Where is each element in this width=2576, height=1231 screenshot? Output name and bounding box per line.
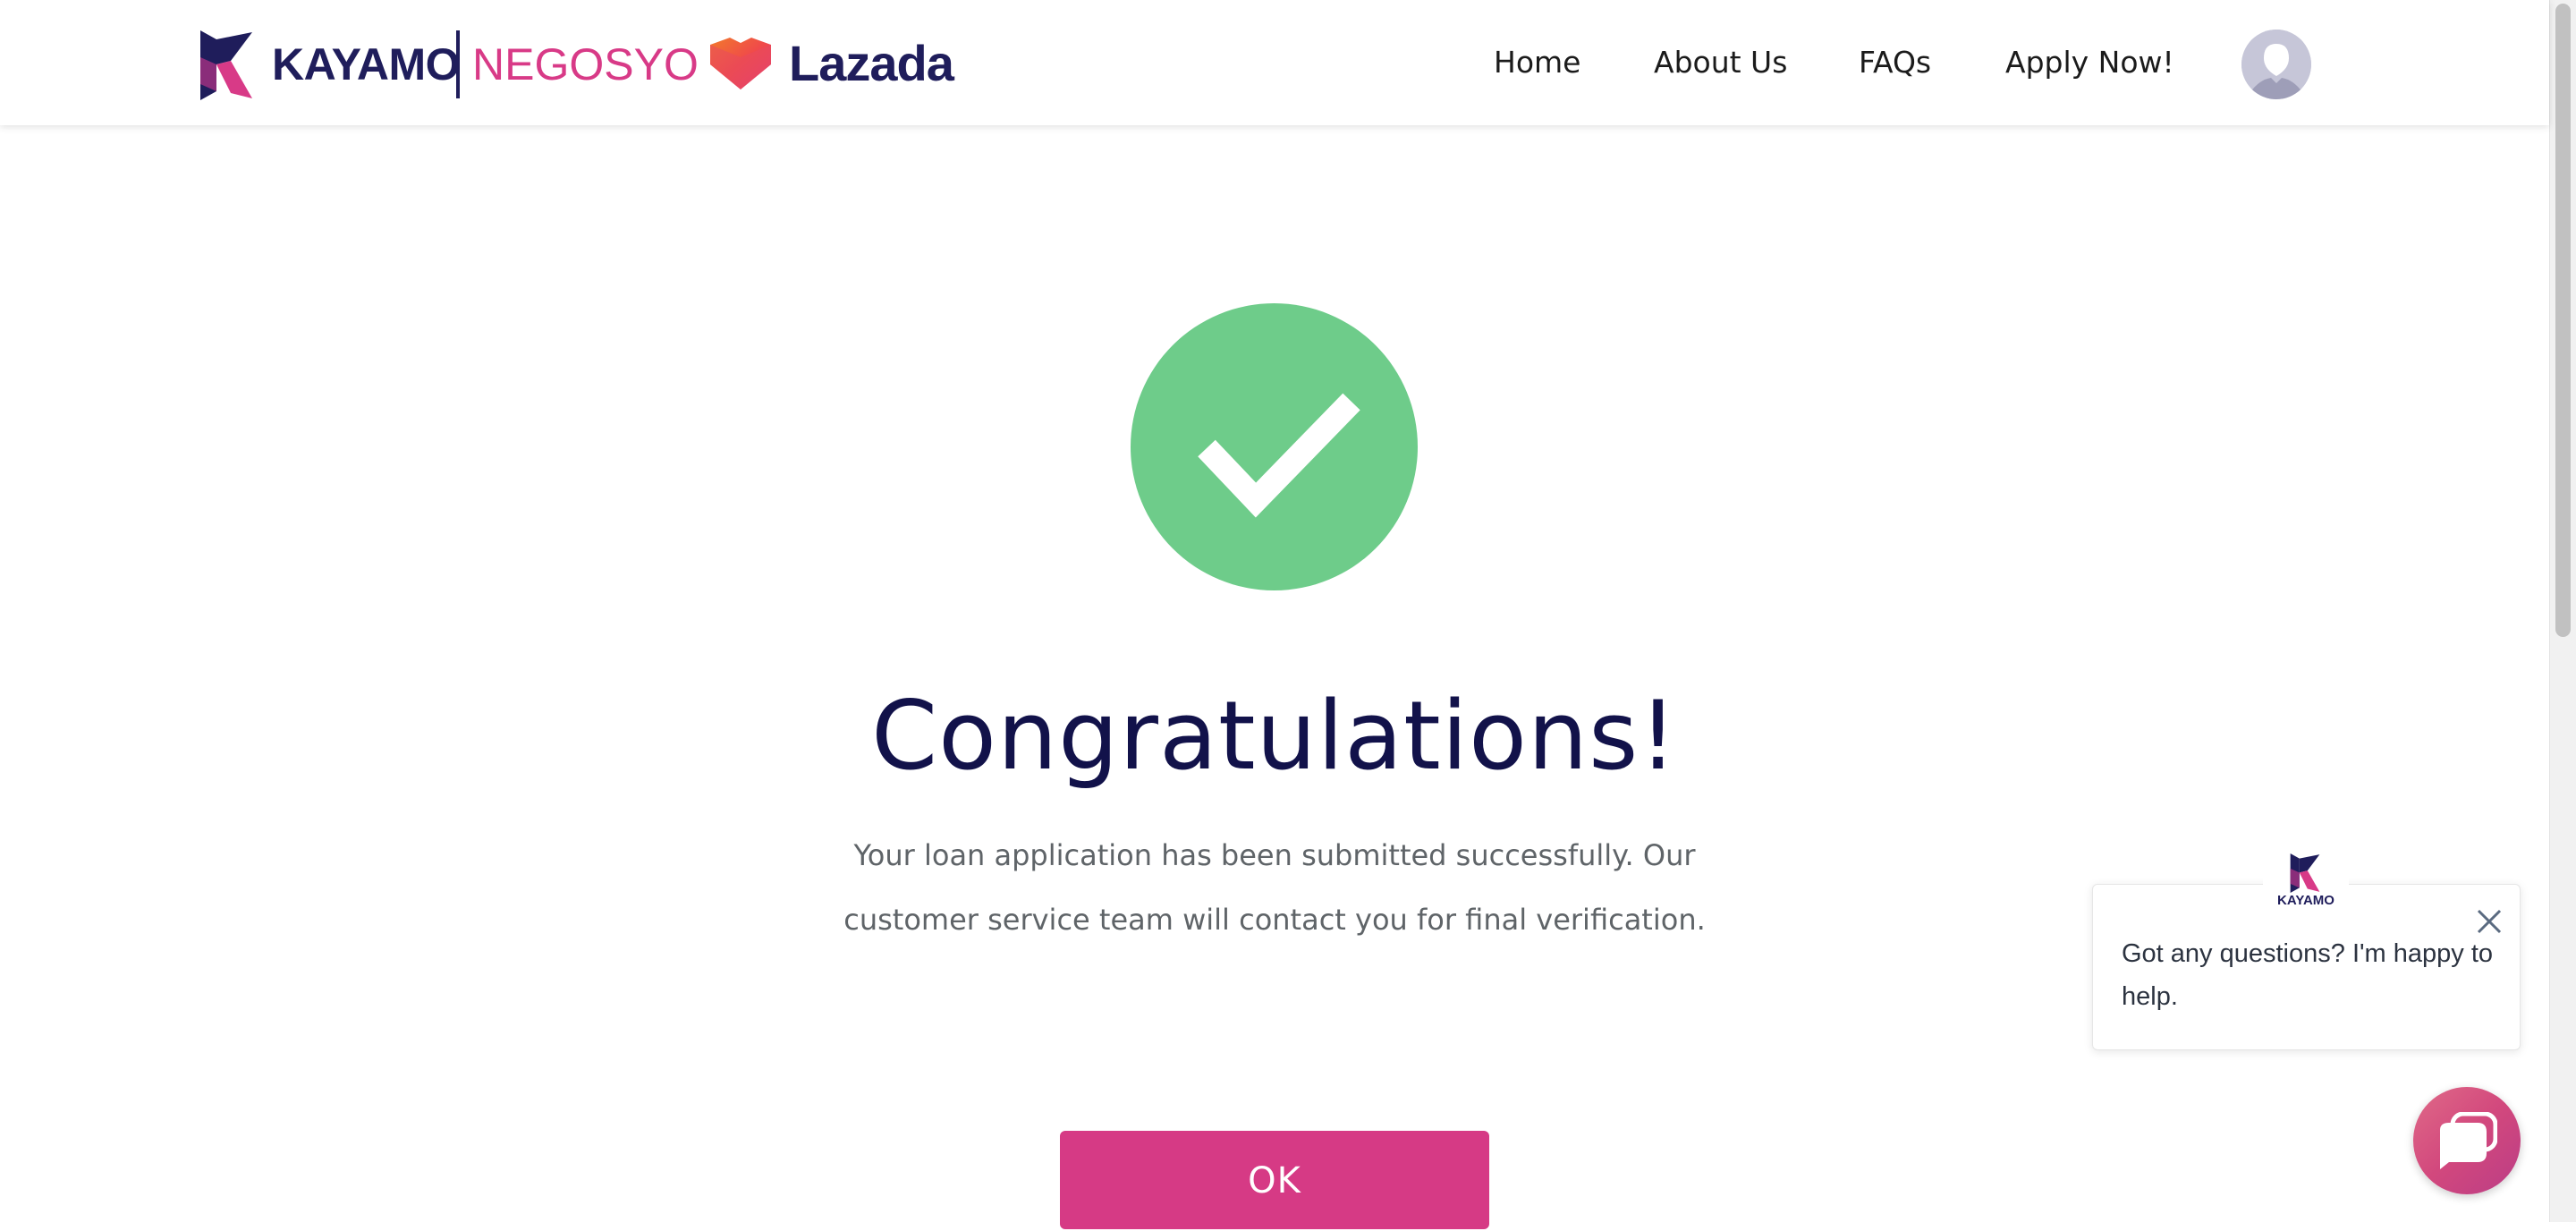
chat-logo: KAYAMO [2263,843,2349,914]
brand-lazada[interactable]: Lazada [789,34,954,93]
confirmation-message-line: Your loan application has been submitted… [853,838,1696,872]
kayamo-logo-icon [2290,853,2320,893]
nav-faqs[interactable]: FAQs [1859,41,1931,84]
confirmation-message-line: customer service team will contact you f… [843,903,1706,937]
brand-negosyo[interactable]: NEGOSYO [472,36,699,93]
confirmation-message: Your loan application has been submitted… [805,823,1744,952]
user-avatar-icon[interactable] [2241,30,2311,99]
chat-greeting-text: Got any questions? I'm happy to help. [2122,932,2497,1018]
lazada-heart-icon [710,38,771,89]
chat-greeting-line: Got any questions? I'm happy to [2122,939,2494,968]
chat-logo-text: KAYAMO [2277,893,2334,908]
brand-kayamo[interactable]: KAYAMO [272,36,461,93]
page-scrollbar[interactable] [2549,0,2576,1222]
chat-greeting-line: help. [2122,982,2178,1011]
kayamo-logo-icon[interactable] [200,30,252,100]
nav-home[interactable]: Home [1494,41,1580,84]
page-title: Congratulations! [871,681,1678,791]
nav-about-us[interactable]: About Us [1654,41,1787,84]
brand-divider [456,30,460,98]
chat-launcher-button[interactable] [2413,1087,2521,1194]
site-header: KAYAMO NEGOSYO Lazada Home About Us FAQs… [0,0,2549,125]
ok-button[interactable]: OK [1060,1131,1489,1229]
scrollbar-thumb[interactable] [2555,4,2571,637]
chat-icon [2440,1112,2497,1169]
check-icon [1131,303,1418,590]
nav-apply-now[interactable]: Apply Now! [2005,41,2174,84]
